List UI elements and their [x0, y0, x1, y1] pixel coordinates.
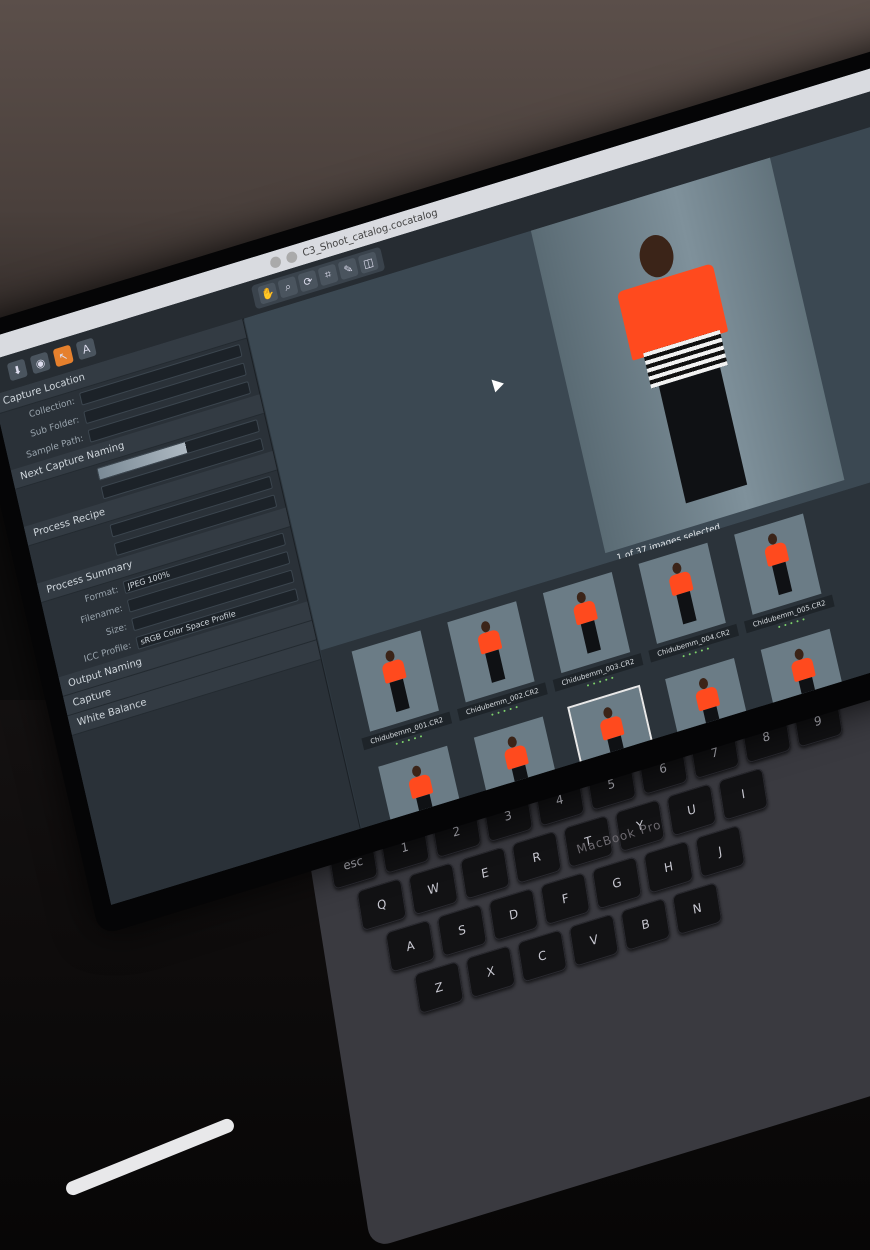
viewer-main-image: [530, 157, 845, 554]
pan-icon[interactable]: ✋: [257, 281, 279, 305]
keyboard-key[interactable]: Z: [413, 960, 465, 1015]
capture-icon[interactable]: ◉: [29, 351, 51, 375]
keyboard-key[interactable]: R: [511, 830, 562, 884]
text-tool-icon[interactable]: A: [75, 337, 97, 361]
keyboard-key[interactable]: I: [718, 767, 769, 821]
keyboard-key[interactable]: S: [436, 903, 488, 957]
import-icon[interactable]: ⬇: [6, 358, 28, 382]
keyboard-key[interactable]: W: [408, 862, 459, 916]
keyboard-key[interactable]: N: [672, 881, 723, 936]
thumbnail-image: [638, 542, 726, 644]
keyboard-key[interactable]: F: [540, 872, 591, 926]
brush-icon[interactable]: ✎: [337, 257, 359, 281]
keyboard-key[interactable]: E: [459, 846, 511, 900]
keyboard-key[interactable]: G: [591, 856, 643, 910]
keyboard-key[interactable]: Q: [356, 878, 407, 932]
keyboard-key[interactable]: H: [643, 840, 694, 894]
zoom-icon[interactable]: ⌕: [277, 275, 299, 299]
window-close-icon[interactable]: [268, 254, 282, 269]
keyboard-key[interactable]: V: [568, 913, 620, 967]
subject-figure: [607, 214, 785, 523]
keyboard-key[interactable]: U: [666, 783, 717, 837]
keyboard-key[interactable]: J: [695, 824, 746, 879]
thumbnail-image: [734, 513, 822, 615]
rotate-icon[interactable]: ⟳: [297, 269, 319, 293]
keyboard-key[interactable]: B: [620, 897, 671, 952]
keyboard-key[interactable]: D: [488, 887, 539, 942]
thumbnail-image: [447, 601, 535, 703]
thumbnail[interactable]: Chidubemm_004.CR2 • • • • •: [629, 540, 741, 672]
thumbnail-image: [542, 572, 631, 674]
thumbnail[interactable]: Chidubemm_003.CR2 • • • • •: [533, 569, 645, 701]
mouse-cursor-icon: [487, 375, 504, 393]
thumbnail-image: [351, 630, 439, 732]
keyboard-key[interactable]: X: [465, 945, 516, 999]
thumbnail[interactable]: Chidubemm_001.CR2 • • • • •: [342, 628, 454, 760]
window-minimize-icon[interactable]: [285, 249, 299, 264]
eraser-icon[interactable]: ◫: [357, 251, 379, 275]
thumbnail[interactable]: Chidubemm_002.CR2 • • • • •: [438, 598, 550, 730]
keyboard-key[interactable]: C: [517, 929, 568, 983]
thumbnail[interactable]: Chidubemm_005.CR2 • • • • •: [725, 511, 837, 643]
crop-icon[interactable]: ⌗: [317, 263, 339, 287]
keyboard-key[interactable]: A: [385, 919, 436, 973]
cursor-tool-icon[interactable]: ↖: [52, 344, 74, 368]
